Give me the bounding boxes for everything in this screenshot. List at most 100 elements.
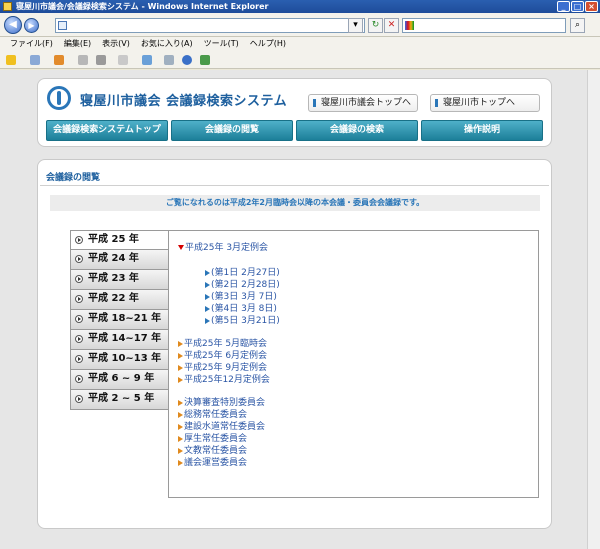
committee-link[interactable]: 議会運営委員会 [178, 458, 247, 469]
session-link[interactable]: 平成25年 5月臨時会 [178, 339, 267, 350]
menu-favorites[interactable]: お気に入り(A) [141, 37, 193, 51]
search-box[interactable] [402, 18, 566, 33]
day-label: (第5日 3月21日) [211, 316, 280, 326]
arrow-icon [178, 376, 183, 383]
day-link[interactable]: (第4日 3月 8日) [205, 304, 277, 315]
year-item[interactable]: 平成 18~21 年 [70, 310, 169, 330]
year-item[interactable]: 平成 2 ~ 5 年 [70, 390, 169, 410]
council-top-link-label: 寝屋川市議会トップへ [321, 98, 412, 108]
council-top-link[interactable]: 寝屋川市議会トップへ [308, 94, 418, 112]
home-icon[interactable] [30, 55, 40, 65]
session-label: 平成25年12月定例会 [184, 375, 270, 385]
research-icon[interactable] [200, 55, 210, 65]
committee-link[interactable]: 厚生常任委員会 [178, 434, 247, 445]
section-divider [40, 185, 549, 186]
arrow-icon [178, 411, 183, 418]
mail-icon[interactable] [78, 55, 88, 65]
year-label: 平成 6 ~ 9 年 [88, 373, 155, 384]
committee-link[interactable]: 建設水道常任委員会 [178, 422, 265, 433]
arrow-circle-icon [75, 355, 83, 363]
arrow-icon [178, 364, 183, 371]
arrow-icon [205, 293, 210, 300]
tab-search[interactable]: 会議録の検索 [296, 120, 418, 141]
maximize-button[interactable]: □ [571, 1, 584, 12]
year-item[interactable]: 平成 10~13 年 [70, 350, 169, 370]
ie-icon [3, 2, 12, 11]
minimize-button[interactable]: _ [557, 1, 570, 12]
arrow-icon [178, 399, 183, 406]
year-item[interactable]: 平成 22 年 [70, 290, 169, 310]
address-bar[interactable] [55, 18, 365, 33]
arrow-circle-icon [75, 395, 83, 403]
year-item[interactable]: 平成 14~17 年 [70, 330, 169, 350]
arrow-icon [205, 281, 210, 288]
open-session-link[interactable]: 平成25年 3月定例会 [178, 243, 268, 254]
arrow-icon [178, 447, 183, 454]
feeds-icon[interactable] [54, 55, 64, 65]
city-top-link-label: 寝屋川市トップへ [443, 98, 516, 108]
arrow-circle-icon [75, 275, 83, 283]
refresh-icon[interactable]: ↻ [368, 18, 383, 33]
year-label: 平成 2 ~ 5 年 [88, 393, 155, 404]
session-link[interactable]: 平成25年 6月定例会 [178, 351, 267, 362]
day-label: (第4日 3月 8日) [211, 304, 277, 314]
arrow-icon [205, 305, 210, 312]
session-link[interactable]: 平成25年12月定例会 [178, 375, 270, 386]
gear-icon[interactable] [164, 55, 174, 65]
menu-view[interactable]: 表示(V) [102, 37, 130, 51]
committee-label: 建設水道常任委員会 [184, 422, 266, 432]
print-icon[interactable] [96, 55, 106, 65]
menu-file[interactable]: ファイル(F) [10, 37, 53, 51]
address-dropdown-icon[interactable]: ▾ [348, 18, 363, 33]
arrow-icon [178, 459, 183, 466]
committee-link[interactable]: 文教常任委員会 [178, 446, 247, 457]
session-link[interactable]: 平成25年 9月定例会 [178, 363, 267, 374]
back-icon[interactable]: ◀ [4, 16, 22, 34]
menu-tools[interactable]: ツール(T) [204, 37, 239, 51]
committee-link[interactable]: 決算審査特別委員会 [178, 398, 265, 409]
day-link[interactable]: (第5日 3月21日) [205, 316, 280, 327]
session-label: 平成25年 3月定例会 [185, 243, 269, 253]
year-item[interactable]: 平成 23 年 [70, 270, 169, 290]
menu-help[interactable]: ヘルプ(H) [250, 37, 286, 51]
tools-menu-icon[interactable] [142, 55, 152, 65]
command-bar [0, 51, 600, 69]
year-label: 平成 14~17 年 [88, 333, 162, 344]
stop-icon[interactable]: ✕ [384, 18, 399, 33]
arrow-circle-icon [75, 315, 83, 323]
session-label: 平成25年 9月定例会 [184, 363, 268, 373]
committee-link[interactable]: 総務常任委員会 [178, 410, 247, 421]
arrow-icon [178, 352, 183, 359]
year-item[interactable]: 平成 24 年 [70, 250, 169, 270]
year-list: 平成 25 年 平成 24 年 平成 23 年 平成 22 年 平成 18~21… [70, 230, 169, 410]
menu-bar: ファイル(F) 編集(E) 表示(V) お気に入り(A) ツール(T) ヘルプ(… [0, 37, 600, 51]
arrow-icon [178, 423, 183, 430]
expanded-arrow-icon [178, 245, 184, 250]
tab-help[interactable]: 操作説明 [421, 120, 543, 141]
close-button[interactable]: × [585, 1, 598, 12]
year-item[interactable]: 平成 6 ~ 9 年 [70, 370, 169, 390]
day-link[interactable]: (第3日 3月 7日) [205, 292, 277, 303]
address-toolbar: ◀ ▶ ▾ ↻ ✕ ⌕ [0, 13, 600, 37]
page-menu-icon[interactable] [118, 55, 128, 65]
help-icon[interactable] [182, 55, 192, 65]
city-top-link[interactable]: 寝屋川市トップへ [430, 94, 540, 112]
city-logo-icon [47, 86, 71, 110]
committee-label: 決算審査特別委員会 [184, 398, 266, 408]
vertical-scrollbar[interactable] [587, 70, 600, 549]
availability-notice: ご覧になれるのは平成2年2月臨時会以降の本会議・委員会会議録です。 [50, 195, 540, 211]
arrow-icon [205, 269, 210, 276]
forward-icon[interactable]: ▶ [24, 18, 39, 33]
menu-edit[interactable]: 編集(E) [64, 37, 91, 51]
day-link[interactable]: (第2日 2月28日) [205, 280, 280, 291]
committee-label: 厚生常任委員会 [184, 434, 248, 444]
arrow-icon [178, 435, 183, 442]
tab-browse[interactable]: 会議録の閲覧 [171, 120, 293, 141]
arrow-circle-icon [75, 255, 83, 263]
search-icon[interactable]: ⌕ [570, 18, 585, 33]
window-title: 寝屋川市議会/会議録検索システム - Windows Internet Expl… [16, 2, 269, 11]
year-item[interactable]: 平成 25 年 [70, 230, 169, 250]
favorites-star-icon[interactable] [6, 55, 16, 65]
tab-system-top[interactable]: 会議録検索システムトップ [46, 120, 168, 141]
day-link[interactable]: (第1日 2月27日) [205, 268, 280, 279]
